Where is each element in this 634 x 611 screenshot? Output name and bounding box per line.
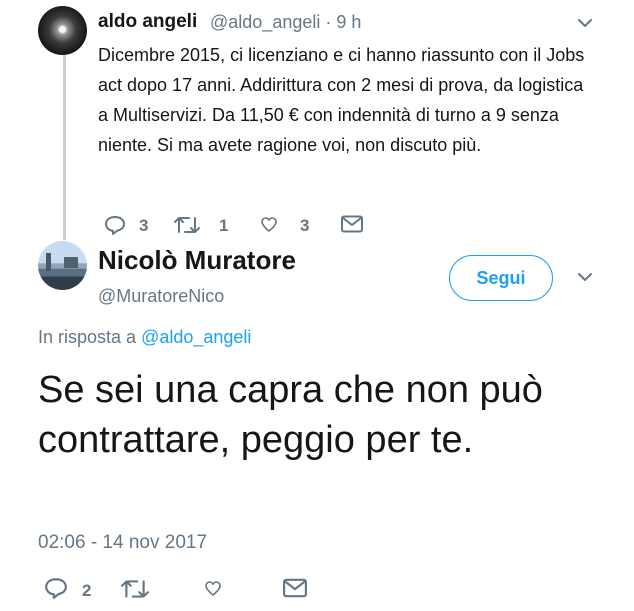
chevron-down-icon[interactable] — [576, 268, 594, 286]
author-name[interactable]: aldo angeli — [98, 10, 197, 34]
tweet-text: Dicembre 2015, ci licenziano e ci hanno … — [98, 45, 585, 155]
like-icon[interactable] — [261, 217, 277, 232]
author-handle[interactable]: @aldo_angeli — [210, 12, 320, 32]
chevron-down-icon[interactable] — [576, 14, 594, 32]
message-icon[interactable] — [283, 578, 307, 598]
reply-to-link[interactable]: @aldo_angeli — [141, 327, 251, 347]
like-count: 3 — [300, 216, 310, 235]
tweet-actions: 3 1 3 — [98, 212, 398, 238]
like-icon[interactable] — [205, 581, 221, 596]
author-handle-time: @aldo_angeli · 9 h — [210, 10, 361, 34]
reply-icon[interactable] — [44, 577, 68, 599]
avatar[interactable] — [38, 241, 87, 290]
reply-count: 3 — [139, 216, 149, 235]
message-icon[interactable] — [341, 215, 363, 233]
retweet-count: 1 — [219, 216, 229, 235]
retweet-icon[interactable] — [174, 216, 200, 234]
author-handle[interactable]: @MuratoreNico — [98, 284, 224, 308]
thread-line — [63, 52, 66, 240]
avatar[interactable] — [38, 6, 87, 55]
separator: · — [325, 12, 337, 32]
reply-icon[interactable] — [104, 215, 126, 235]
tweet-time[interactable]: 9 h — [336, 12, 361, 32]
author-name[interactable]: Nicolò Muratore — [98, 244, 296, 276]
reply-count: 2 — [82, 581, 92, 600]
retweet-icon[interactable] — [121, 579, 149, 599]
reply-context: In risposta a @aldo_angeli — [38, 325, 251, 349]
follow-button[interactable]: Segui — [449, 255, 553, 301]
reply-prefix: In risposta a — [38, 327, 137, 347]
tweet-actions: 2 — [38, 575, 338, 603]
tweet-text: Se sei una capra che non può contrattare… — [38, 369, 543, 461]
tweet-timestamp[interactable]: 02:06 - 14 nov 2017 — [38, 530, 207, 556]
